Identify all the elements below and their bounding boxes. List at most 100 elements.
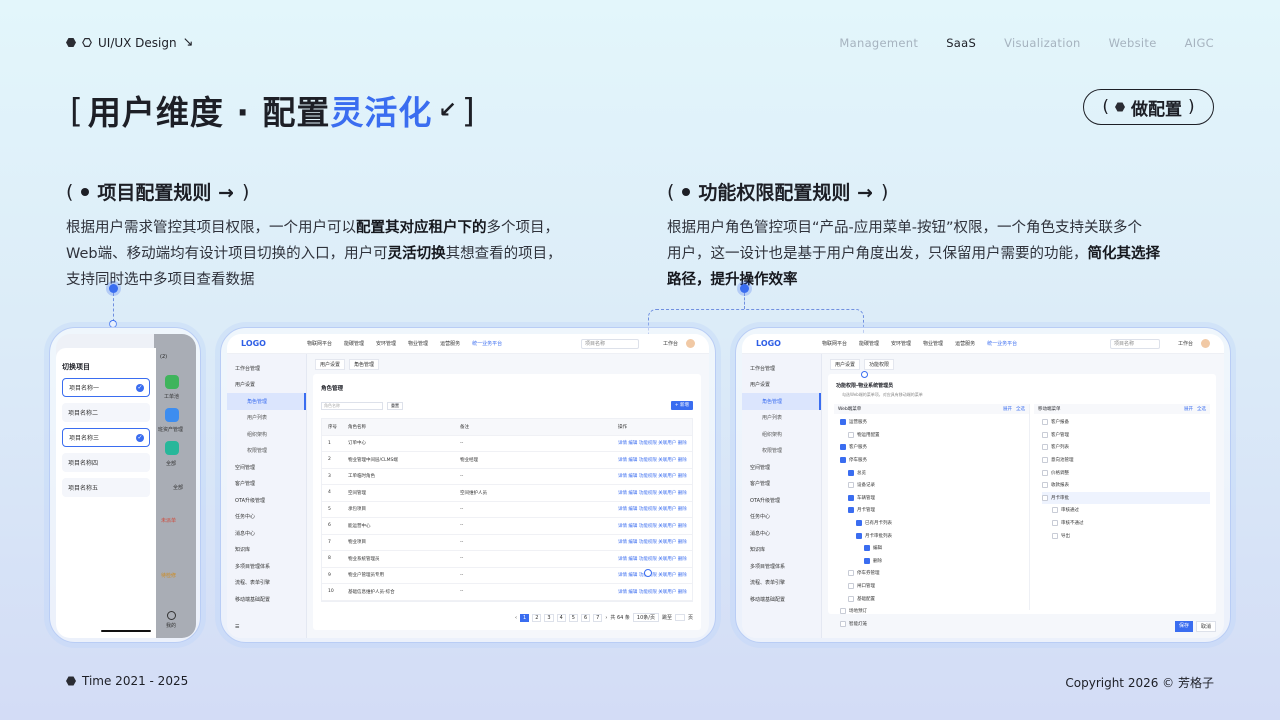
sidebar-item[interactable]: 工作台管理: [227, 360, 306, 377]
row-actions[interactable]: 详情 编辑 功能权限 关联用户 删除: [618, 589, 687, 595]
tree-node[interactable]: 客户服务: [840, 441, 1029, 454]
role-name-input[interactable]: 角色名称: [321, 401, 383, 410]
tree-node[interactable]: 停车服务: [840, 454, 1029, 467]
tree-node[interactable]: 智能灯笼: [840, 618, 1029, 631]
sidebar-item[interactable]: 知识库: [227, 542, 306, 559]
menu-icon[interactable]: ☰: [235, 624, 239, 630]
nav-website[interactable]: Website: [1109, 36, 1157, 50]
page-tab[interactable]: 角色管理: [349, 359, 380, 370]
sidebar-item[interactable]: 用户设置: [227, 377, 306, 394]
checkbox[interactable]: [1042, 444, 1048, 451]
select-all-button[interactable]: 全选: [1016, 406, 1025, 412]
page-number[interactable]: 6: [580, 613, 591, 622]
checkbox[interactable]: [848, 431, 854, 438]
checkbox[interactable]: [1042, 482, 1048, 489]
sidebar-item[interactable]: 权限管理: [742, 443, 821, 460]
row-actions[interactable]: 详情 编辑 功能权限 关联用户 删除: [618, 490, 687, 496]
workbench-link[interactable]: 工作台: [1178, 340, 1193, 347]
row-actions[interactable]: 详情 编辑 功能权限 关联用户 删除: [618, 506, 687, 512]
row-actions[interactable]: 详情 编辑 功能权限 关联用户 删除: [618, 556, 687, 562]
tab-energy[interactable]: 能碳管理: [344, 340, 364, 347]
sidebar-item[interactable]: 空间管理: [227, 459, 306, 476]
save-button[interactable]: 保存: [1174, 621, 1193, 632]
checkbox[interactable]: [840, 444, 846, 451]
checkbox[interactable]: [840, 457, 846, 464]
page-tab[interactable]: 用户设置: [830, 359, 861, 370]
checkbox[interactable]: [856, 520, 862, 527]
tab-ops[interactable]: 运营服务: [440, 340, 460, 347]
sidebar-item[interactable]: 客户管理: [227, 476, 306, 493]
page-size-select[interactable]: 10条/页: [632, 613, 659, 622]
sidebar-item[interactable]: 组织架构: [742, 426, 821, 443]
workbench-link[interactable]: 工作台: [663, 340, 678, 347]
sidebar-item[interactable]: 多项目管理体系: [227, 558, 306, 575]
page-number[interactable]: 4: [556, 613, 566, 622]
checkbox[interactable]: [848, 583, 854, 590]
next-page-icon[interactable]: ›: [605, 615, 607, 621]
tree-node[interactable]: 客户管理: [1042, 429, 1210, 442]
sidebar-item[interactable]: 知识库: [742, 542, 821, 559]
checkbox[interactable]: [848, 507, 854, 514]
sidebar-item[interactable]: 任务中心: [742, 509, 821, 526]
sidebar-item-role[interactable]: 角色管理: [742, 393, 821, 410]
checkbox[interactable]: [840, 608, 846, 615]
project-select[interactable]: 项目名称: [580, 338, 639, 349]
sidebar-item[interactable]: 任务中心: [227, 509, 306, 526]
checkbox[interactable]: [1052, 520, 1058, 527]
row-actions[interactable]: 详情 编辑 功能权限 关联用户 删除: [618, 523, 687, 529]
prev-page-icon[interactable]: ‹: [515, 615, 517, 621]
tree-node[interactable]: 物运用配置: [840, 429, 1029, 442]
tree-node[interactable]: 导出: [1042, 529, 1210, 542]
tree-node[interactable]: 运营服务: [840, 416, 1029, 429]
checkbox[interactable]: [840, 620, 846, 627]
sidebar-item[interactable]: 用户设置: [742, 377, 821, 394]
tree-node[interactable]: 基础配置: [840, 592, 1029, 605]
tree-node[interactable]: 已有月卡列表: [840, 517, 1029, 530]
sidebar-item[interactable]: 移动端基础配置: [227, 591, 306, 608]
project-item[interactable]: 项目名称三 ✓: [62, 428, 150, 447]
avatar[interactable]: [686, 339, 695, 348]
checkbox[interactable]: [1042, 431, 1048, 438]
tree-node[interactable]: 收款报表: [1042, 479, 1210, 492]
cancel-button[interactable]: 取消: [1195, 621, 1216, 632]
tab-safety[interactable]: 安环管理: [376, 340, 396, 347]
project-select[interactable]: 项目名称: [1109, 338, 1160, 349]
page-tab[interactable]: 功能权限: [864, 359, 895, 370]
tree-node[interactable]: 审核通过: [1042, 504, 1210, 517]
checkbox[interactable]: [848, 482, 854, 489]
tree-node[interactable]: 总览: [840, 466, 1029, 479]
row-actions[interactable]: 详情 编辑 功能权限 关联用户 删除: [618, 572, 687, 578]
jump-input[interactable]: [674, 614, 685, 621]
checkbox[interactable]: [864, 545, 870, 552]
tree-node[interactable]: 编辑: [840, 542, 1029, 555]
sidebar-item[interactable]: 流程、表单引擎: [227, 575, 306, 592]
sidebar-item[interactable]: 客户管理: [742, 476, 821, 493]
nav-visualization[interactable]: Visualization: [1004, 36, 1081, 50]
checkbox[interactable]: [1042, 494, 1048, 501]
nav-aigc[interactable]: AIGC: [1185, 36, 1214, 50]
tree-node[interactable]: 停车券管理: [840, 567, 1029, 580]
tab-property[interactable]: 物业管理: [408, 340, 428, 347]
tree-node[interactable]: 价格调整: [1042, 466, 1210, 479]
checkbox[interactable]: [848, 494, 854, 501]
tab-iot[interactable]: 物联网平台: [307, 340, 332, 347]
tree-node[interactable]: 审核不通过: [1042, 517, 1210, 530]
sidebar-item[interactable]: 消息中心: [742, 525, 821, 542]
checkbox[interactable]: [848, 595, 854, 602]
tree-node[interactable]: 客户列表: [1042, 441, 1210, 454]
expand-button[interactable]: 展开: [1003, 406, 1012, 412]
project-item[interactable]: 项目名称一 ✓: [62, 378, 150, 397]
tree-node[interactable]: 月卡审批列表: [840, 529, 1029, 542]
tree-node[interactable]: 设备记录: [840, 479, 1029, 492]
page-number[interactable]: 2: [532, 613, 542, 622]
sidebar-item[interactable]: 组织架构: [227, 426, 306, 443]
sidebar-item[interactable]: 权限管理: [227, 443, 306, 460]
sidebar-item[interactable]: 流程、表单引擎: [742, 575, 821, 592]
project-item[interactable]: 项目名称二: [62, 403, 150, 422]
sidebar-item[interactable]: 用户列表: [227, 410, 306, 427]
sidebar-item[interactable]: OTA升级管理: [742, 492, 821, 509]
row-actions[interactable]: 详情 编辑 功能权限 关联用户 删除: [618, 473, 687, 479]
sidebar-item-role[interactable]: 角色管理: [227, 393, 306, 410]
reset-button[interactable]: 重置: [387, 401, 403, 410]
page-number[interactable]: 1: [520, 613, 530, 622]
